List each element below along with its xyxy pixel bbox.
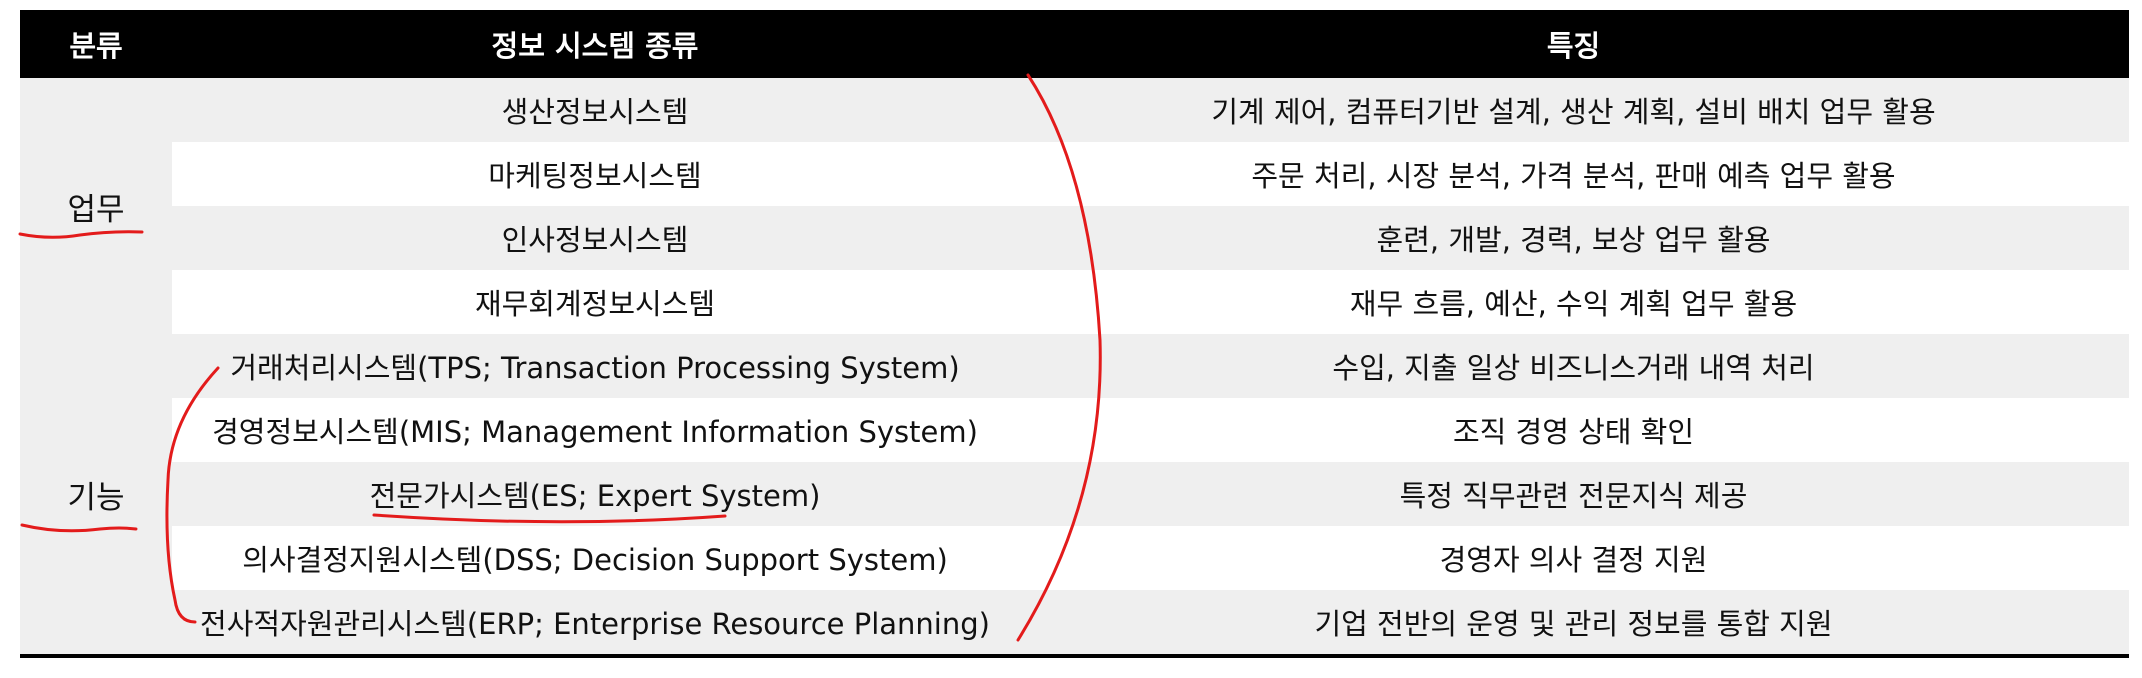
table-row: 전사적자원관리시스템(ERP; Enterprise Resource Plan… <box>20 590 2129 656</box>
system-name: 인사정보시스템 <box>172 206 1018 270</box>
table-row: 재무회계정보시스템 재무 흐름, 예산, 수익 계획 업무 활용 <box>20 270 2129 334</box>
system-feature: 주문 처리, 시장 분석, 가격 분석, 판매 예측 업무 활용 <box>1018 142 2129 206</box>
system-name: 의사결정지원시스템(DSS; Decision Support System) <box>172 526 1018 590</box>
table-row: 기능 거래처리시스템(TPS; Transaction Processing S… <box>20 334 2129 656</box>
system-feature: 수입, 지출 일상 비즈니스거래 내역 처리 <box>1018 334 2129 398</box>
header-features: 특징 <box>1018 10 2129 78</box>
system-feature: 조직 경영 상태 확인 <box>1018 398 2129 462</box>
system-feature: 경영자 의사 결정 지원 <box>1018 526 2129 590</box>
table-row: 의사결정지원시스템(DSS; Decision Support System) … <box>20 526 2129 590</box>
system-feature: 기업 전반의 운영 및 관리 정보를 통합 지원 <box>1018 590 2129 656</box>
table-row: 업무 생산정보시스템 기계 제어, 컴퓨터기반 설계, 생산 계획, 설비 배치… <box>20 78 2129 334</box>
system-name: 재무회계정보시스템 <box>172 270 1018 334</box>
system-name: 전문가시스템(ES; Expert System) <box>172 462 1018 526</box>
system-name: 생산정보시스템 <box>172 78 1018 142</box>
table-row: 인사정보시스템 훈련, 개발, 경력, 보상 업무 활용 <box>20 206 2129 270</box>
info-system-table: 분류 정보 시스템 종류 특징 업무 생산정보시스템 기계 제어, 컴퓨터기반 … <box>20 10 2129 658</box>
category-work: 업무 <box>20 78 172 334</box>
table-row: 전문가시스템(ES; Expert System) 특정 직무관련 전문지식 제… <box>20 462 2129 526</box>
system-feature: 재무 흐름, 예산, 수익 계획 업무 활용 <box>1018 270 2129 334</box>
header-system-type: 정보 시스템 종류 <box>172 10 1018 78</box>
table-header-row: 분류 정보 시스템 종류 특징 <box>20 10 2129 78</box>
system-name: 거래처리시스템(TPS; Transaction Processing Syst… <box>172 334 1018 398</box>
system-name: 전사적자원관리시스템(ERP; Enterprise Resource Plan… <box>172 590 1018 656</box>
category-function: 기능 <box>20 334 172 656</box>
system-name: 마케팅정보시스템 <box>172 142 1018 206</box>
table-row: 경영정보시스템(MIS; Management Information Syst… <box>20 398 2129 462</box>
header-category: 분류 <box>20 10 172 78</box>
system-feature: 훈련, 개발, 경력, 보상 업무 활용 <box>1018 206 2129 270</box>
system-feature: 특정 직무관련 전문지식 제공 <box>1018 462 2129 526</box>
system-name: 경영정보시스템(MIS; Management Information Syst… <box>172 398 1018 462</box>
system-feature: 기계 제어, 컴퓨터기반 설계, 생산 계획, 설비 배치 업무 활용 <box>1018 78 2129 142</box>
table-row: 마케팅정보시스템 주문 처리, 시장 분석, 가격 분석, 판매 예측 업무 활… <box>20 142 2129 206</box>
